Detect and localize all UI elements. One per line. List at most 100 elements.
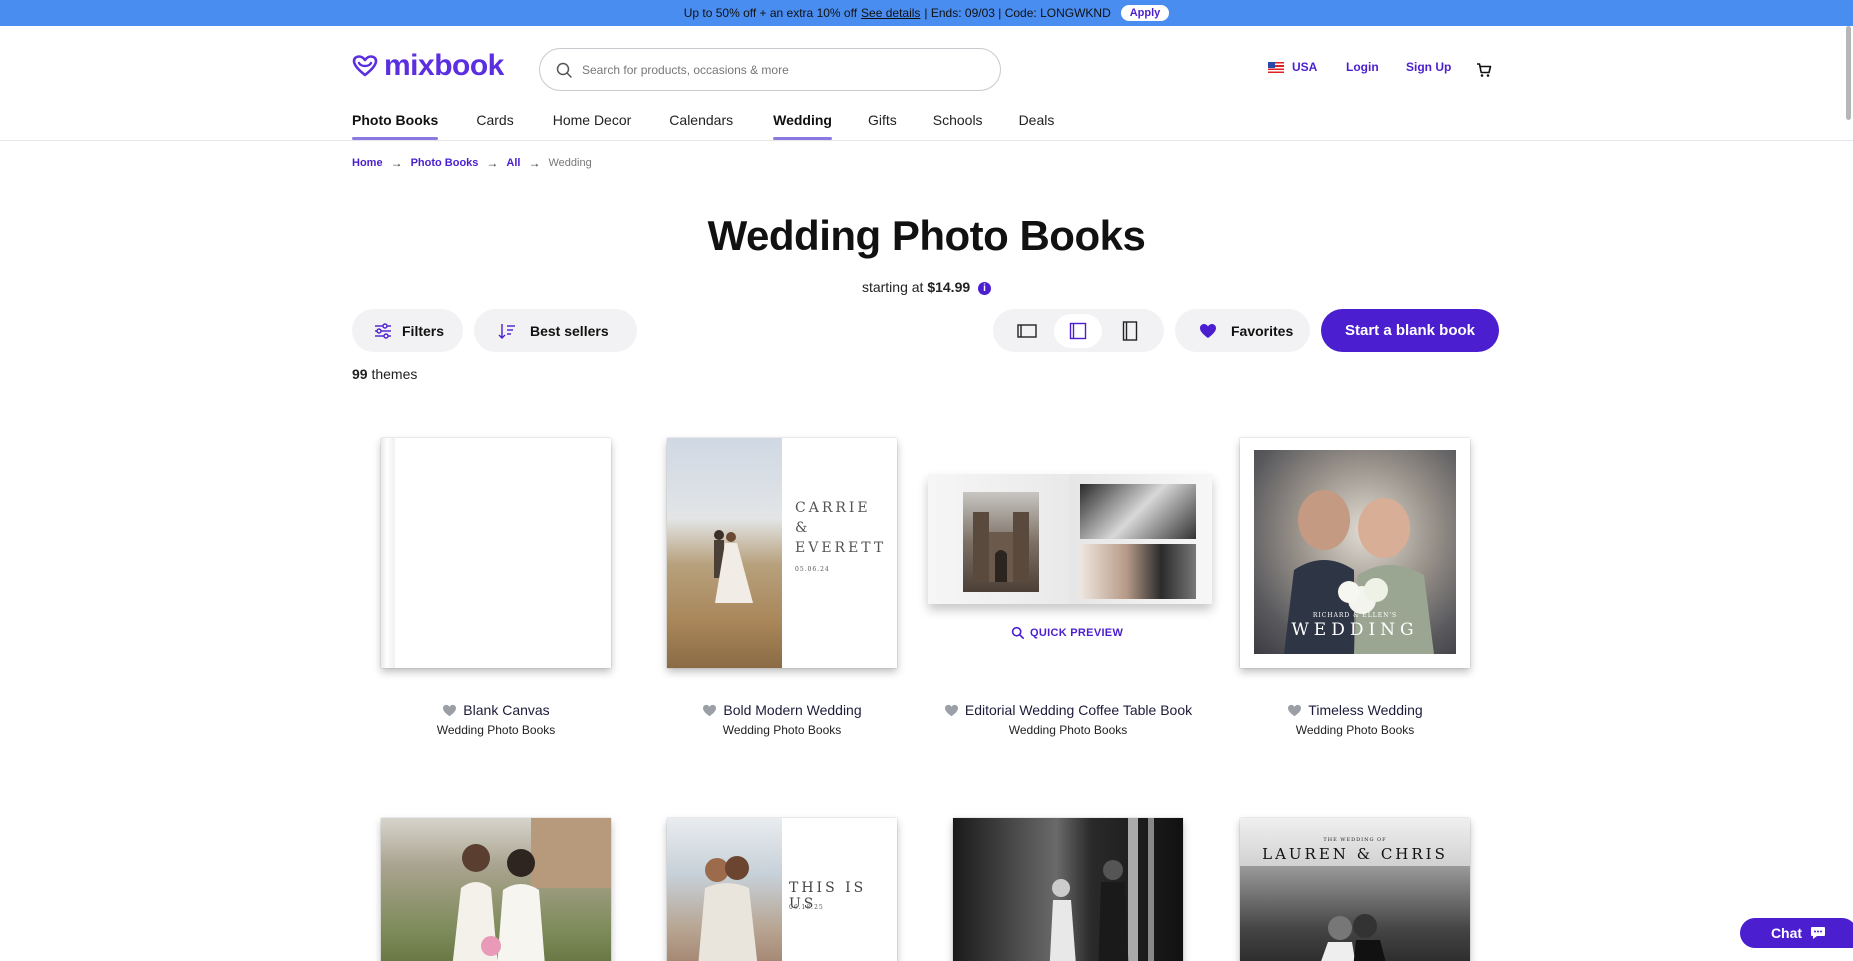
see-details-link[interactable]: See details — [861, 6, 920, 20]
info-icon[interactable]: i — [978, 282, 992, 295]
quick-preview-button[interactable]: QUICK PREVIEW — [1011, 626, 1123, 639]
breadcrumb: Home → Photo Books → All → Wedding — [352, 156, 592, 170]
start-blank-book-button[interactable]: Start a blank book — [1321, 309, 1499, 352]
product-title[interactable]: Blank Canvas — [463, 702, 549, 718]
product-subtitle: Wedding Photo Books — [1295, 723, 1415, 737]
favorite-heart-icon[interactable] — [442, 704, 457, 717]
nav-calendars[interactable]: Calendars — [669, 112, 733, 140]
product-thumbnail[interactable] — [928, 474, 1212, 604]
search-bar[interactable] — [539, 48, 1001, 91]
us-flag-icon — [1268, 61, 1284, 73]
arrow-right-icon: → — [528, 156, 541, 170]
cover-date: 05.06.24 — [795, 566, 830, 573]
couple-kiss-icon — [1321, 914, 1386, 961]
cover-date: 06.18.25 — [789, 904, 824, 911]
nav-photo-books[interactable]: Photo Books — [352, 112, 439, 140]
cover-ampersand: & — [795, 520, 811, 536]
nav-schools[interactable]: Schools — [933, 112, 983, 140]
logo-wordmark: mixbook — [384, 49, 504, 82]
landscape-book-icon — [1017, 323, 1037, 338]
product-thumbnail[interactable]: THE WEDDING OF LAUREN & CHRIS — [1240, 818, 1470, 961]
favorite-heart-icon[interactable] — [944, 704, 959, 717]
product-thumbnail[interactable] — [953, 818, 1183, 961]
sliders-icon — [375, 322, 391, 339]
product-thumbnail[interactable]: RICHARD & ELLEN'S WEDDING — [1240, 438, 1470, 668]
couple-silhouette-icon — [714, 530, 753, 603]
mixbook-logo[interactable]: mixbook — [352, 49, 504, 83]
cover-title: WEDDING — [1291, 620, 1419, 640]
cart-icon — [1477, 63, 1492, 77]
product-title-row: Bold Modern Wedding — [639, 702, 925, 718]
promo-text: Up to 50% off + an extra 10% off — [683, 6, 858, 20]
filters-label: Filters — [402, 322, 445, 339]
favorite-heart-icon[interactable] — [1287, 704, 1302, 717]
chat-button[interactable]: Chat — [1740, 918, 1853, 948]
product-card[interactable] — [353, 818, 639, 961]
cover-name-2: EVERETT — [795, 540, 887, 556]
cart-button[interactable] — [1476, 62, 1492, 78]
starting-price-value: $14.99 — [927, 279, 971, 295]
favorites-button[interactable]: Favorites — [1175, 309, 1310, 352]
page-scrollbar[interactable] — [1846, 26, 1851, 120]
nav-wedding[interactable]: Wedding — [773, 112, 832, 140]
product-card[interactable] — [925, 818, 1211, 961]
results-count-label: themes — [371, 366, 418, 382]
view-portrait-button[interactable] — [1106, 314, 1154, 348]
sort-button[interactable]: Best sellers — [474, 309, 637, 352]
breadcrumb-home[interactable]: Home — [352, 157, 383, 169]
right-page — [1070, 474, 1212, 604]
product-title[interactable]: Editorial Wedding Coffee Table Book — [965, 702, 1192, 718]
sort-label: Best sellers — [530, 322, 609, 339]
breadcrumb-current: Wedding — [548, 157, 592, 169]
product-card[interactable]: THE WEDDING OF LAUREN & CHRIS — [1212, 818, 1498, 961]
product-thumbnail[interactable] — [381, 438, 611, 668]
main-nav: Photo Books Cards Home Decor Calendars W… — [352, 112, 1054, 140]
portrait-book-icon — [1122, 320, 1138, 341]
quick-preview-label: QUICK PREVIEW — [1030, 626, 1124, 639]
signup-link[interactable]: Sign Up — [1406, 60, 1451, 74]
view-landscape-button[interactable] — [1003, 314, 1051, 348]
country-label: USA — [1292, 60, 1318, 74]
favorites-label: Favorites — [1231, 322, 1294, 339]
hands-photo — [1080, 484, 1196, 539]
filters-button[interactable]: Filters — [352, 309, 463, 352]
arrow-right-icon: → — [486, 156, 499, 170]
brides-photo-icon — [452, 818, 611, 961]
nav-cards[interactable]: Cards — [476, 112, 513, 140]
product-card[interactable]: Blank Canvas Wedding Photo Books — [353, 438, 639, 738]
product-card[interactable]: CARRIE & EVERETT 05.06.24 Bold Modern We… — [639, 438, 925, 738]
country-selector[interactable]: USA — [1268, 60, 1317, 74]
product-subtitle: Wedding Photo Books — [436, 723, 556, 737]
nav-home-decor[interactable]: Home Decor — [553, 112, 632, 140]
cover-kicker: RICHARD & ELLEN'S — [1312, 612, 1398, 619]
chat-label: Chat — [1770, 925, 1803, 941]
product-subtitle: Wedding Photo Books — [1008, 723, 1128, 737]
church-icon — [973, 512, 1029, 582]
product-card[interactable]: QUICK PREVIEW Editorial Wedding Coffee T… — [925, 438, 1212, 738]
couple-hug-icon — [698, 856, 758, 961]
nav-deals[interactable]: Deals — [1019, 112, 1055, 140]
promo-bar: Up to 50% off + an extra 10% off See det… — [0, 0, 1853, 26]
favorite-heart-icon[interactable] — [702, 704, 717, 717]
apply-button[interactable]: Apply — [1120, 5, 1170, 21]
search-input[interactable] — [582, 62, 962, 77]
view-square-button[interactable] — [1054, 313, 1103, 348]
breadcrumb-photo-books[interactable]: Photo Books — [411, 157, 479, 169]
square-book-icon — [1070, 322, 1087, 339]
product-thumbnail[interactable] — [381, 818, 611, 961]
product-title[interactable]: Bold Modern Wedding — [723, 702, 861, 718]
product-thumbnail[interactable]: THIS IS US 06.18.25 — [667, 818, 897, 961]
product-card[interactable]: RICHARD & ELLEN'S WEDDING Timeless Weddi… — [1212, 438, 1498, 738]
promo-ends-text: | Ends: 09/03 | Code: LONGWKND — [924, 6, 1111, 20]
nav-gifts[interactable]: Gifts — [868, 112, 897, 140]
left-page — [928, 474, 1070, 604]
login-link[interactable]: Login — [1346, 60, 1379, 74]
product-title[interactable]: Timeless Wedding — [1308, 702, 1422, 718]
magnifier-icon — [1011, 626, 1024, 639]
product-title-row: Blank Canvas — [353, 702, 639, 718]
search-icon — [556, 62, 572, 78]
product-thumbnail[interactable]: CARRIE & EVERETT 05.06.24 — [667, 438, 897, 668]
product-card[interactable]: THIS IS US 06.18.25 — [639, 818, 925, 961]
breadcrumb-all[interactable]: All — [506, 157, 520, 169]
cover-photo: RICHARD & ELLEN'S WEDDING — [1254, 450, 1456, 654]
